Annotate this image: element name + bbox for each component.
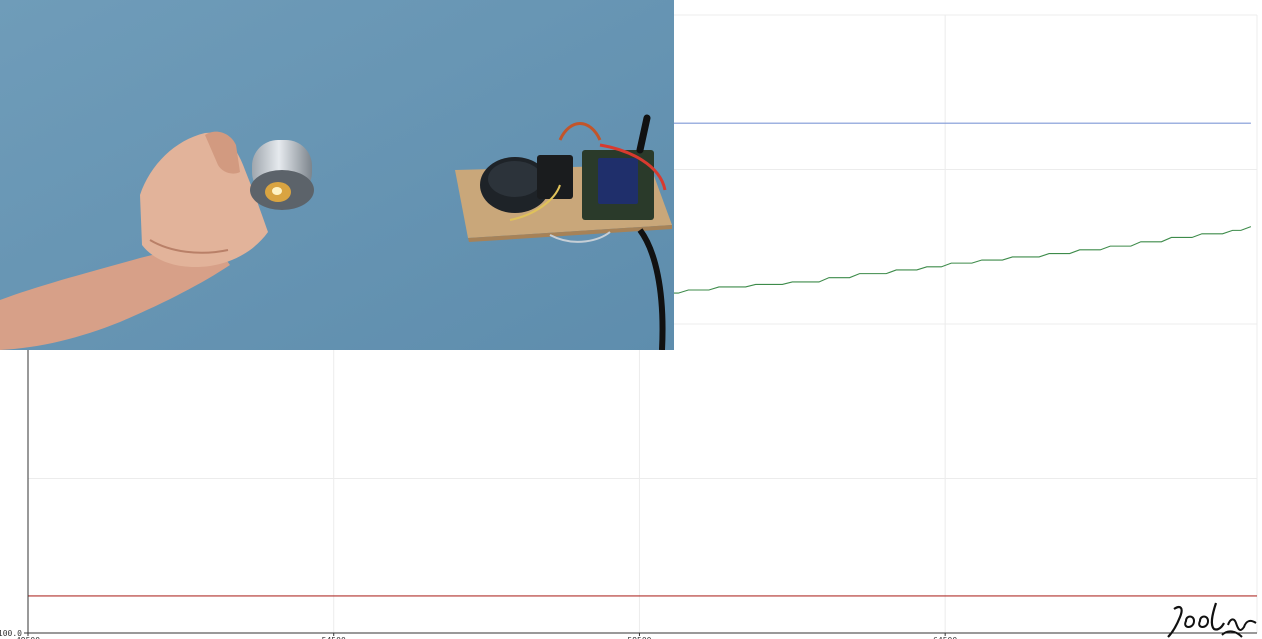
video-overlay <box>0 0 674 350</box>
encoder-cylinder <box>250 140 314 210</box>
series-line-1 <box>670 226 1252 294</box>
signature-logo-icon <box>1167 602 1257 638</box>
video-frame <box>0 0 674 350</box>
